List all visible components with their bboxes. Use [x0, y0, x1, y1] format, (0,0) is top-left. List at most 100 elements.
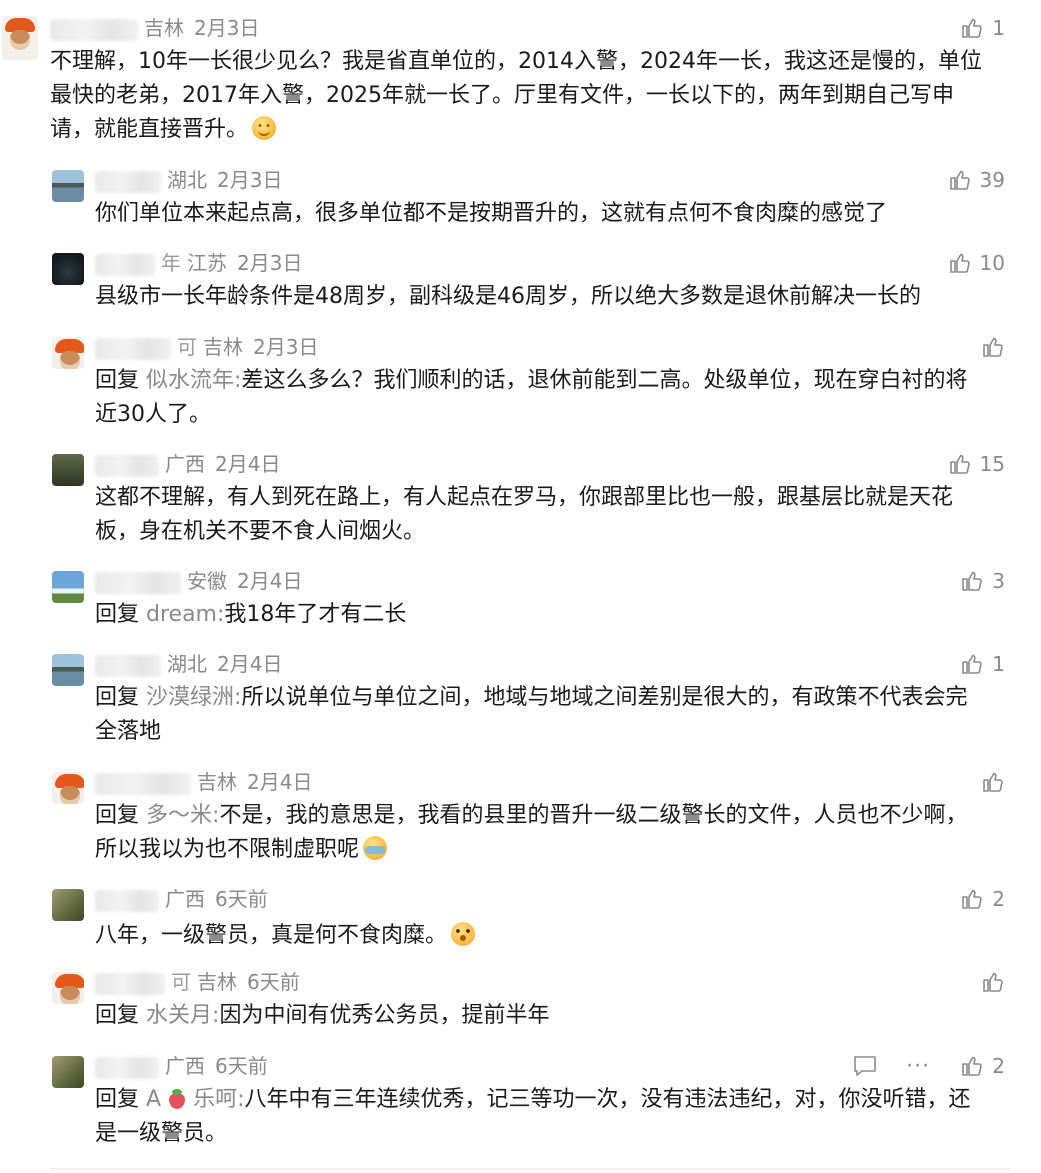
date: 6天前: [215, 1054, 268, 1078]
like-button[interactable]: [981, 968, 1005, 996]
comment-text: 回复 多～米:不是，我的意思是，我看的县里的晋升一级二级警长的文件，人员也不少啊…: [95, 799, 1010, 867]
username-tail: 年: [161, 251, 181, 275]
like-button[interactable]: 1: [960, 650, 1005, 678]
thumbs-up-icon: [949, 253, 970, 273]
comment-line: 回复 沙漠绿洲:所以说单位与单位之间，地域与地域之间差别是很大的，有政策不代表会…: [95, 681, 1010, 715]
like-button[interactable]: 3: [960, 567, 1005, 595]
comment-meta: 可吉林 2月3日: [95, 333, 318, 361]
like-count: 10: [979, 251, 1005, 275]
date: 2月3日: [253, 335, 319, 359]
like-button[interactable]: 10: [948, 249, 1005, 277]
avatar[interactable]: [52, 337, 84, 369]
avatar[interactable]: [52, 654, 84, 686]
comment-button[interactable]: [852, 1052, 878, 1080]
comment-line: 是一级警员。: [95, 1121, 228, 1146]
comment-text: 不理解，10年一长很少见么？我是省直单位的，2014入警，2024年一长，我这还…: [50, 45, 1010, 147]
comment-text: 回复 似水流年:差这么多么？我们顺利的话，退休前能到二高。处级单位，现在穿白衬的…: [95, 364, 1010, 432]
username-blurred[interactable]: [95, 889, 159, 912]
like-button[interactable]: [981, 768, 1005, 796]
username-blurred[interactable]: [95, 337, 171, 360]
comment-line: 回复 A 乐呵:八年中有三年连续优秀，记三等功一次，没有违法违纪，对，你没听错，还: [95, 1083, 1010, 1117]
comment-text: 回复 dream:我18年了才有二长: [95, 598, 1010, 632]
comment-meta: 吉林 2月3日: [50, 14, 259, 42]
comment-meta: 广西 6天前: [95, 1052, 268, 1080]
like-button[interactable]: 2: [960, 1052, 1005, 1080]
reply-target[interactable]: 水关月:: [146, 1003, 219, 1028]
date: 2月3日: [194, 16, 260, 40]
comment-meta: 广西 6天前: [95, 885, 268, 913]
location: 广西: [165, 452, 205, 476]
avatar[interactable]: [52, 170, 84, 202]
comment-text: 县级市一长年龄条件是48周岁，副科级是46周岁，所以绝大多数是退休前解决一长的: [95, 280, 1010, 314]
comment-line: 全落地: [95, 719, 162, 744]
username-blurred[interactable]: [95, 1056, 159, 1079]
thumbs-up-icon: [983, 772, 1003, 792]
location: 安徽: [187, 569, 227, 593]
date: 2月4日: [237, 569, 303, 593]
reply-target[interactable]: 沙漠绿洲:: [146, 685, 241, 710]
comment-text: 你们单位本来起点高，很多单位都不是按期晋升的，这就有点何不食肉糜的感觉了: [95, 197, 1010, 231]
like-count: 1: [992, 652, 1005, 676]
comment-text: 回复 水关月:因为中间有优秀公务员，提前半年: [95, 999, 1010, 1033]
avatar[interactable]: [52, 253, 84, 285]
more-button[interactable]: ···: [906, 1052, 930, 1080]
username-blurred[interactable]: [95, 170, 161, 193]
strawberry-emoji-icon: [167, 1088, 187, 1110]
username-blurred[interactable]: [95, 253, 155, 276]
laugh-cry-emoji-icon: [363, 836, 388, 860]
reply-item: 湖北 2月4日 1 回复 沙漠绿洲:所以说单位与单位之间，地域与地域之间差别是很大…: [0, 650, 1041, 750]
avatar[interactable]: [52, 972, 84, 1004]
username-blurred[interactable]: [50, 18, 138, 41]
avatar[interactable]: [52, 1056, 84, 1088]
thumbs-up-icon: [962, 654, 982, 674]
like-button[interactable]: 2: [960, 885, 1005, 913]
thumbs-up-icon: [962, 1056, 982, 1076]
comment-line: 回复 多～米:不是，我的意思是，我看的县里的晋升一级二级警长的文件，人员也不少啊…: [95, 799, 1010, 833]
reply-target[interactable]: dream:: [146, 602, 224, 627]
more-icon: ···: [906, 1053, 930, 1079]
comment-meta: 湖北 2月4日: [95, 650, 282, 678]
comment-line-text: 所以说单位与单位之间，地域与地域之间差别是很大的，有政策不代表会完: [241, 685, 968, 710]
username-blurred[interactable]: [95, 571, 181, 594]
reply-target[interactable]: A: [146, 1087, 161, 1112]
username-blurred[interactable]: [95, 972, 165, 995]
location: 吉林: [144, 16, 184, 40]
smile-emoji-icon: [252, 116, 277, 140]
surprised-emoji-icon: [451, 922, 476, 946]
reply-label: 回复: [95, 368, 140, 393]
reply-target-suffix[interactable]: 乐呵:: [193, 1087, 244, 1112]
avatar[interactable]: [52, 772, 84, 804]
location: 吉林: [197, 970, 237, 994]
comment-line: 回复 似水流年:差这么多么？我们顺利的话，退休前能到二高。处级单位，现在穿白衬的…: [95, 364, 1010, 398]
reply-item: 广西 2月4日 15 这都不理解，有人到死在路上，有人起点在罗马，你跟部里比也一般…: [0, 450, 1041, 550]
comment-line: 回复 水关月:因为中间有优秀公务员，提前半年: [95, 999, 1010, 1033]
avatar[interactable]: [52, 889, 84, 921]
reply-label: 回复: [95, 1003, 140, 1028]
reply-item: 广西 6天前 2 八年，一级警员，真是何不食肉糜。: [0, 885, 1041, 955]
reply-target[interactable]: 多～米:: [146, 803, 219, 828]
comment-line: 八年，一级警员，真是何不食肉糜。: [95, 919, 1010, 953]
avatar[interactable]: [52, 454, 84, 486]
comment-line-text: 不是，我的意思是，我看的县里的晋升一级二级警长的文件，人员也不少啊，: [219, 803, 968, 828]
thumbs-up-icon: [983, 337, 1003, 357]
thumbs-up-icon: [962, 571, 982, 591]
like-count: 2: [992, 1054, 1005, 1078]
like-count: 15: [979, 452, 1005, 476]
avatar[interactable]: [52, 571, 84, 603]
location: 广西: [165, 1054, 205, 1078]
like-count: 39: [979, 168, 1005, 192]
username-blurred[interactable]: [95, 772, 191, 795]
like-button[interactable]: 15: [948, 450, 1005, 478]
username-blurred[interactable]: [95, 654, 161, 677]
like-button[interactable]: [981, 333, 1005, 361]
like-button[interactable]: 39: [948, 166, 1005, 194]
like-button[interactable]: 1: [960, 14, 1005, 42]
avatar[interactable]: [2, 16, 38, 60]
location: 江苏: [187, 251, 227, 275]
reply-target[interactable]: 似水流年:: [146, 368, 241, 393]
date: 6天前: [215, 887, 268, 911]
location: 湖北: [167, 652, 207, 676]
location: 湖北: [167, 168, 207, 192]
reply-label: 回复: [95, 803, 140, 828]
username-blurred[interactable]: [95, 454, 159, 477]
